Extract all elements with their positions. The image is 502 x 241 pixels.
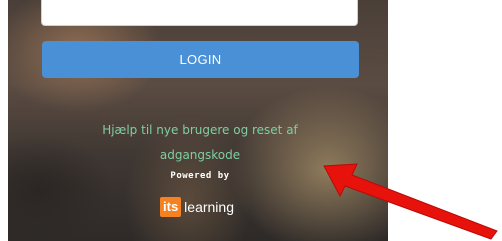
itslearning-logo: its learning xyxy=(160,196,234,218)
login-button[interactable]: LOGIN xyxy=(42,41,359,78)
powered-by-label: Powered by xyxy=(170,171,230,181)
password-field[interactable] xyxy=(41,0,358,26)
login-panel: LOGIN Hjælp til nye brugere og reset af … xyxy=(0,0,502,241)
logo-learning: learning xyxy=(184,199,234,215)
logo-its: its xyxy=(160,197,182,217)
help-link[interactable]: Hjælp til nye brugere og reset af adgang… xyxy=(70,118,330,168)
